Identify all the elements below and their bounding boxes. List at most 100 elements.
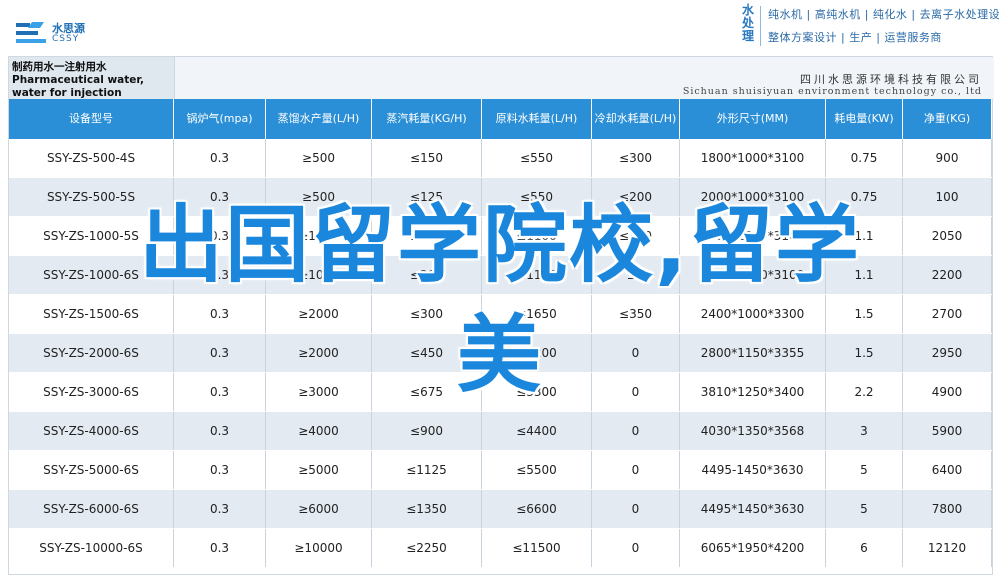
table-cell: ≤125 [372,178,482,216]
column-header: 设备型号 [9,99,174,139]
table-cell: 0 [592,451,680,489]
table-cell: 0 [592,490,680,528]
table-cell: ≤1100 [482,256,592,294]
table-cell: SSY-ZS-4000-6S [9,412,174,450]
table-cell: 3 [826,412,903,450]
table-cell: 900 [903,139,992,177]
company-name-en: Sichuan shuisiyuan environment technolog… [682,86,982,97]
table-cell: 0.3 [174,295,266,333]
table-cell: ≤200 [592,178,680,216]
table-cell: 0 [592,412,680,450]
table-cell: SSY-ZS-6000-6S [9,490,174,528]
table-cell: ≤11500 [482,529,592,567]
table-cell: SSY-ZS-1000-6S [9,256,174,294]
table-cell: 6 [826,529,903,567]
table-cell: ≤1650 [482,295,592,333]
table-cell: 0.75 [826,139,903,177]
page-header: 水思源 CSSY 水处理 纯水机 | 高纯水机 | 纯化水 | 去离子水处理设备… [0,0,1000,56]
table-cell: SSY-ZS-5000-6S [9,451,174,489]
table-cell: ≤150 [372,139,482,177]
table-cell: ≤550 [482,178,592,216]
column-header: 净重(KG) [903,99,992,139]
table-cell: 4495*1450*3630 [680,490,826,528]
table-cell: 5 [826,490,903,528]
table-cell: 5 [826,451,903,489]
table-cell: 7800 [903,490,992,528]
table-cell: 5900 [903,412,992,450]
header-tagline-1: 纯水机 | 高纯水机 | 纯化水 | 去离子水处理设备 [768,8,1000,21]
company-cell: 四川水思源环境科技有限公司 Sichuan shuisiyuan environ… [174,57,994,99]
table-cell: 0.75 [826,178,903,216]
column-header: 外形尺寸(MM) [680,99,826,139]
table-cell: ≤550 [482,139,592,177]
table-cell: 1.5 [826,295,903,333]
table-cell: ≤300 [592,139,680,177]
table-cell: ≥3000 [266,373,372,411]
table-cell: 2400*1000*3300 [680,295,826,333]
table-cell: ≤4400 [482,412,592,450]
table-row: SSY-ZS-1000-5S 0.3 ≥1000 ≤250 ≤1100 ≤300 2000*… [9,217,992,255]
table-cell: ≥500 [266,139,372,177]
table-row: SSY-ZS-4000-6S 0.3 ≥4000 ≤900 ≤4400 0 4030*135… [9,412,992,450]
table-row: SSY-ZS-6000-6S 0.3 ≥6000 ≤1350 ≤6600 0 4495*14… [9,490,992,528]
table-cell: 0 [592,529,680,567]
column-header: 原料水耗量(L/H) [482,99,592,139]
table-cell: 0 [592,373,680,411]
table-cell: ≤675 [372,373,482,411]
table-cell: 2200*1000*3100 [680,256,826,294]
table-header: 设备型号 锅炉气(mpa) 蒸馏水产量(L/H) 蒸汽耗量(KG/H) 原料水耗量(L/… [9,99,992,139]
table-cell: ≤2250 [372,529,482,567]
table-cell: 0.3 [174,529,266,567]
table-cell: SSY-ZS-2000-6S [9,334,174,372]
table-cell: SSY-ZS-500-5S [9,178,174,216]
table-cell: 6400 [903,451,992,489]
table-cell: ≤2200 [482,334,592,372]
table-cell: ≤900 [372,412,482,450]
table-cell: 0.3 [174,217,266,255]
table-cell: ≤1100 [482,217,592,255]
table-cell: ≥500 [266,178,372,216]
header-divider [760,6,761,46]
table-cell: SSY-ZS-500-4S [9,139,174,177]
table-row: SSY-ZS-2000-6S 0.3 ≥2000 ≤450 ≤2200 0 2800*115… [9,334,992,372]
table-cell: 0.3 [174,373,266,411]
table-row: SSY-ZS-1000-6S 0.3 ≥1000 ≤200 ≤1100 ≤0 2200*10… [9,256,992,294]
column-header: 蒸馏水产量(L/H) [266,99,372,139]
column-header: 冷却水耗量(L/H) [592,99,680,139]
table-cell: 2000*1000*3100 [680,178,826,216]
table-cell: ≥5000 [266,451,372,489]
table-cell: 1800*1000*3100 [680,139,826,177]
table-cell: 0.3 [174,451,266,489]
table-cell: ≤450 [372,334,482,372]
table-cell: ≤3300 [482,373,592,411]
table-cell: ≤6600 [482,490,592,528]
table-cell: ≥2000 [266,295,372,333]
table-cell: ≥1000 [266,217,372,255]
table-cell: ≤250 [372,217,482,255]
table-row: SSY-ZS-500-5S 0.3 ≥500 ≤125 ≤550 ≤200 2000*100… [9,178,992,216]
table-cell: ≥4000 [266,412,372,450]
table-cell: SSY-ZS-3000-6S [9,373,174,411]
logo-en-text: CSSY [52,34,80,44]
table-cell: 2.2 [826,373,903,411]
logo-mark-icon [16,22,46,43]
table-cell: 0.3 [174,490,266,528]
table-row: SSY-ZS-500-4S 0.3 ≥500 ≤150 ≤550 ≤300 1800*100… [9,139,992,177]
table-cell: 6065*1950*4200 [680,529,826,567]
table-cell: 2950 [903,334,992,372]
table-cell: SSY-ZS-1000-5S [9,217,174,255]
table-cell: 0.3 [174,139,266,177]
table-cell: 1.1 [826,217,903,255]
column-header: 蒸汽耗量(KG/H) [372,99,482,139]
table-cell: ≥2000 [266,334,372,372]
table-cell: 12120 [903,529,992,567]
spec-table: 制药用水一注射用水 Pharmaceutical water, water fo… [8,56,994,575]
table-cell: ≤0 [592,256,680,294]
table-cell: 0 [592,334,680,372]
table-row: SSY-ZS-10000-6S 0.3 ≥10000 ≤2250 ≤11500 0 6065… [9,529,992,567]
table-cell: 0.3 [174,178,266,216]
table-cell: 1.1 [826,256,903,294]
table-cell: 3810*1250*3400 [680,373,826,411]
table-cell: 1.5 [826,334,903,372]
table-cell: ≤300 [592,217,680,255]
